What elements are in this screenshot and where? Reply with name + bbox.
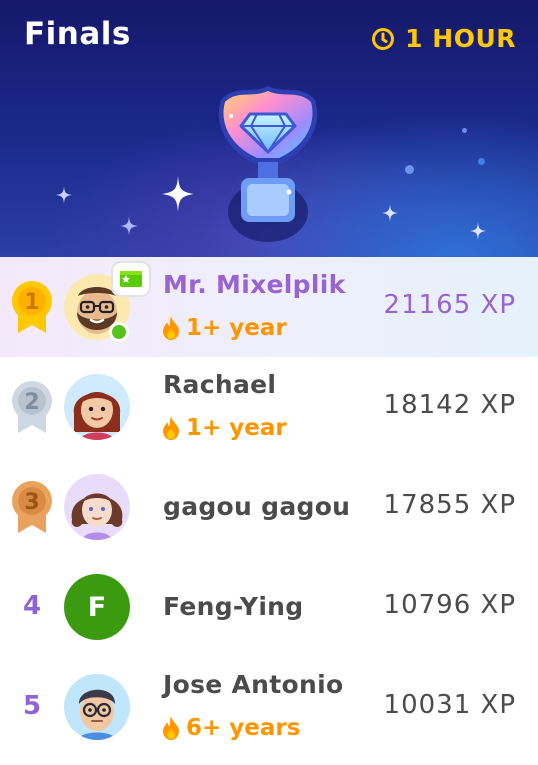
xp-value: 10031 XP	[383, 690, 516, 720]
flag-icon	[120, 271, 142, 287]
star-dot	[462, 128, 467, 133]
avatar[interactable]	[64, 674, 130, 740]
streak-label: 1+ year	[186, 315, 287, 341]
streak-badge: 1+ year	[161, 415, 287, 441]
sparkle-icon	[120, 216, 138, 236]
sparkle-icon	[56, 186, 72, 204]
rank-number: 5	[22, 691, 42, 721]
star-dot	[478, 158, 485, 165]
page-title: Finals	[24, 16, 131, 52]
clock-icon	[372, 27, 395, 50]
xp-value: 18142 XP	[383, 390, 516, 420]
gold-medal-icon: 1	[12, 281, 52, 333]
time-remaining: 1 HOUR	[371, 24, 516, 53]
rank-number: 1	[24, 290, 39, 315]
avatar[interactable]	[64, 374, 130, 440]
avatar[interactable]: F	[64, 574, 130, 640]
rank-number: 3	[24, 490, 39, 515]
leaderboard-row[interactable]: 5 Jose Antonio 6+ years 10031 XP	[0, 657, 538, 757]
user-name: Mr. Mixelplik	[163, 270, 346, 299]
bronze-medal-icon: 3	[12, 481, 52, 533]
user-name: Rachael	[163, 370, 277, 399]
streak-label: 6+ years	[186, 715, 301, 741]
user-name: gagou gagou	[163, 492, 351, 521]
leaderboard-row[interactable]: 3 gagou gagou 17855 XP	[0, 457, 538, 557]
flame-icon	[163, 416, 179, 440]
rank-number: 4	[22, 591, 42, 621]
timer-label: 1 HOUR	[405, 24, 516, 53]
sparkle-icon	[162, 176, 194, 212]
streak-label: 1+ year	[186, 415, 287, 441]
league-header: Finals 1 HOUR	[0, 0, 538, 257]
rank-number: 2	[24, 390, 39, 415]
avatar-initial: F	[64, 574, 130, 640]
sparkle-icon	[470, 222, 486, 240]
leaderboard-row[interactable]: 4 F Feng-Ying 10796 XP	[0, 557, 538, 657]
online-status-indicator	[109, 322, 129, 342]
xp-value: 10796 XP	[383, 590, 516, 620]
sparkle-icon	[382, 204, 398, 222]
user-name: Feng-Ying	[163, 592, 304, 621]
xp-value: 21165 XP	[383, 290, 516, 320]
leaderboard-row-current-user[interactable]: 1 Mr. Mixelplik 1+ year 21165 XP	[0, 257, 538, 357]
flame-icon	[163, 316, 179, 340]
silver-medal-icon: 2	[12, 381, 52, 433]
star-dot	[405, 165, 414, 174]
diamond-trophy-icon	[205, 80, 331, 248]
streak-badge: 6+ years	[161, 715, 300, 741]
flag-badge	[111, 261, 151, 297]
flame-icon	[163, 716, 179, 740]
avatar[interactable]	[64, 474, 130, 540]
user-name: Jose Antonio	[163, 670, 344, 699]
xp-value: 17855 XP	[383, 490, 516, 520]
leaderboard-row[interactable]: 2 Rachael 1+ year 18142 XP	[0, 357, 538, 457]
streak-badge: 1+ year	[161, 315, 287, 341]
